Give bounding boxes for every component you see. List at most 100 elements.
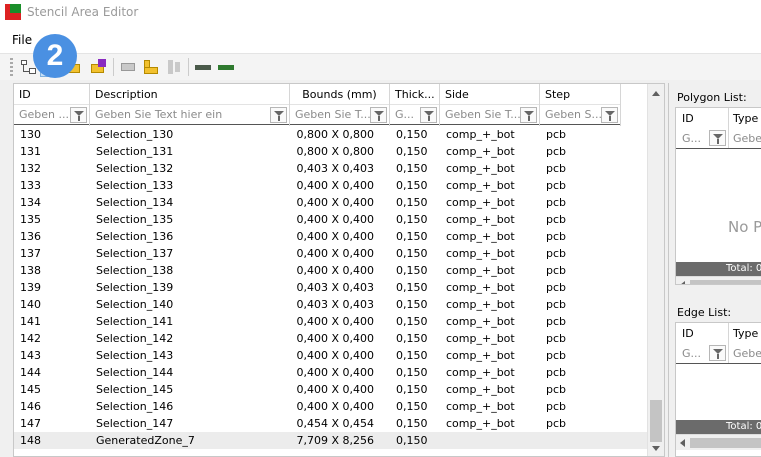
- cell-side: comp_+_bot: [446, 264, 515, 277]
- cell-side: comp_+_bot: [446, 400, 515, 413]
- thickness-filter-input[interactable]: G...: [390, 104, 439, 125]
- table-row[interactable]: 141 Selection_141 0,400 X 0,400 0,150 comp_+…: [14, 313, 647, 330]
- step-filter-input[interactable]: Geben S...: [540, 104, 620, 125]
- scroll-thumb[interactable]: [690, 280, 761, 284]
- filter-icon[interactable]: [709, 345, 726, 361]
- cell-step: pcb: [546, 247, 567, 260]
- polygon-horizontal-scrollbar[interactable]: [676, 276, 761, 284]
- table-row[interactable]: 130 Selection_130 0,800 X 0,800 0,150 comp_+…: [14, 126, 647, 143]
- table-row[interactable]: 144 Selection_144 0,400 X 0,400 0,150 comp_+…: [14, 364, 647, 381]
- table-row[interactable]: 140 Selection_140 0,403 X 0,403 0,150 comp_+…: [14, 296, 647, 313]
- component-dark-icon[interactable]: [193, 57, 213, 77]
- polygon-id-filter-input[interactable]: G...: [682, 132, 701, 145]
- table-row[interactable]: 148 GeneratedZone_7 7,709 X 8,256 0,150: [14, 432, 647, 449]
- filter-icon[interactable]: [520, 107, 537, 123]
- cell-bounds: 0,454 X 0,454: [296, 417, 374, 430]
- column-description[interactable]: Description Geben Sie Text hier ein: [90, 84, 290, 126]
- polygon-type-filter-input[interactable]: Geben: [733, 132, 761, 145]
- cell-side: comp_+_bot: [446, 213, 515, 226]
- cell-bounds: 0,800 X 0,800: [296, 145, 374, 158]
- filter-icon[interactable]: [70, 107, 87, 123]
- cell-thickness: 0,150: [396, 298, 428, 311]
- cell-description: Selection_131: [96, 145, 174, 158]
- table-row[interactable]: 139 Selection_139 0,403 X 0,403 0,150 comp_+…: [14, 279, 647, 296]
- cell-side: comp_+_bot: [446, 315, 515, 328]
- edge-id-filter-input[interactable]: G...: [682, 347, 701, 360]
- cell-description: Selection_133: [96, 179, 174, 192]
- cell-bounds: 0,400 X 0,400: [296, 383, 374, 396]
- cell-step: pcb: [546, 349, 567, 362]
- table-row[interactable]: 147 Selection_147 0,454 X 0,454 0,150 comp_+…: [14, 415, 647, 432]
- cell-step: pcb: [546, 162, 567, 175]
- column-thickness[interactable]: Thick... G...: [390, 84, 440, 126]
- cell-description: Selection_136: [96, 230, 174, 243]
- scroll-left-icon[interactable]: [680, 439, 685, 447]
- description-filter-input[interactable]: Geben Sie Text hier ein: [90, 104, 289, 125]
- filter-icon[interactable]: [270, 107, 287, 123]
- cell-id: 141: [20, 315, 41, 328]
- column-side[interactable]: Side Geben Sie T...: [440, 84, 540, 126]
- scroll-up-icon[interactable]: [652, 91, 660, 96]
- table-row[interactable]: 136 Selection_136 0,400 X 0,400 0,150 comp_+…: [14, 228, 647, 245]
- column-bounds[interactable]: Bounds (mm) Geben Sie T...: [290, 84, 390, 126]
- grid-vertical-scrollbar[interactable]: [647, 84, 664, 456]
- align-gray-icon[interactable]: [164, 57, 184, 77]
- cell-side: comp_+_bot: [446, 230, 515, 243]
- cell-bounds: 0,403 X 0,403: [296, 281, 374, 294]
- table-row[interactable]: 135 Selection_135 0,400 X 0,400 0,150 comp_+…: [14, 211, 647, 228]
- side-filter-input[interactable]: Geben Sie T...: [440, 104, 539, 125]
- table-row[interactable]: 131 Selection_131 0,800 X 0,800 0,150 comp_+…: [14, 143, 647, 160]
- table-row[interactable]: 132 Selection_132 0,403 X 0,403 0,150 comp_+…: [14, 160, 647, 177]
- column-id[interactable]: ID Geben ...: [14, 84, 90, 126]
- cell-description: GeneratedZone_7: [96, 434, 195, 447]
- table-row[interactable]: 137 Selection_137 0,400 X 0,400 0,150 comp_+…: [14, 245, 647, 262]
- table-row[interactable]: 143 Selection_143 0,400 X 0,400 0,150 comp_+…: [14, 347, 647, 364]
- column-step[interactable]: Step Geben S...: [540, 84, 621, 126]
- table-row[interactable]: 145 Selection_145 0,400 X 0,400 0,150 comp_+…: [14, 381, 647, 398]
- edge-horizontal-scrollbar[interactable]: [676, 434, 761, 450]
- cell-side: comp_+_bot: [446, 366, 515, 379]
- cell-bounds: 0,403 X 0,403: [296, 162, 374, 175]
- toolbar-grip[interactable]: [10, 58, 13, 76]
- cell-side: comp_+_bot: [446, 179, 515, 192]
- cell-step: pcb: [546, 128, 567, 141]
- filter-icon[interactable]: [709, 130, 726, 146]
- table-row[interactable]: 138 Selection_138 0,400 X 0,400 0,150 comp_+…: [14, 262, 647, 279]
- filter-icon[interactable]: [370, 107, 387, 123]
- cell-thickness: 0,150: [396, 179, 428, 192]
- shape-yellow-icon[interactable]: [141, 57, 161, 77]
- edge-list-title: Edge List:: [677, 306, 732, 319]
- filter-icon[interactable]: [601, 107, 618, 123]
- cell-thickness: 0,150: [396, 383, 428, 396]
- bounds-filter-input[interactable]: Geben Sie T...: [290, 104, 389, 125]
- cell-side: comp_+_bot: [446, 281, 515, 294]
- filter-icon[interactable]: [420, 107, 437, 123]
- cell-id: 133: [20, 179, 41, 192]
- edge-type-filter-input[interactable]: Geben: [733, 347, 761, 360]
- cell-thickness: 0,150: [396, 349, 428, 362]
- menu-file[interactable]: File: [12, 33, 32, 47]
- cell-step: pcb: [546, 264, 567, 277]
- table-row[interactable]: 134 Selection_134 0,400 X 0,400 0,150 comp_+…: [14, 194, 647, 211]
- scroll-thumb[interactable]: [650, 400, 662, 442]
- component-green-icon[interactable]: [216, 57, 236, 77]
- grid-rows: 130 Selection_130 0,800 X 0,800 0,150 comp_+…: [14, 126, 647, 449]
- cell-description: Selection_132: [96, 162, 174, 175]
- scroll-thumb[interactable]: [690, 438, 761, 448]
- scroll-down-icon[interactable]: [652, 446, 660, 451]
- folder-delete-icon[interactable]: [88, 57, 108, 77]
- cell-id: 138: [20, 264, 41, 277]
- scroll-left-icon[interactable]: [680, 281, 685, 284]
- cell-bounds: 0,400 X 0,400: [296, 315, 374, 328]
- table-row[interactable]: 146 Selection_146 0,400 X 0,400 0,150 comp_+…: [14, 398, 647, 415]
- cell-bounds: 0,400 X 0,400: [296, 264, 374, 277]
- id-filter-input[interactable]: Geben ...: [14, 104, 89, 125]
- layer-gray-icon[interactable]: [118, 57, 138, 77]
- table-row[interactable]: 133 Selection_133 0,400 X 0,400 0,150 comp_+…: [14, 177, 647, 194]
- cell-bounds: 0,400 X 0,400: [296, 332, 374, 345]
- cell-id: 147: [20, 417, 41, 430]
- empty-state-text: No P: [728, 218, 761, 236]
- table-row[interactable]: 142 Selection_142 0,400 X 0,400 0,150 comp_+…: [14, 330, 647, 347]
- cell-id: 136: [20, 230, 41, 243]
- cell-side: comp_+_bot: [446, 383, 515, 396]
